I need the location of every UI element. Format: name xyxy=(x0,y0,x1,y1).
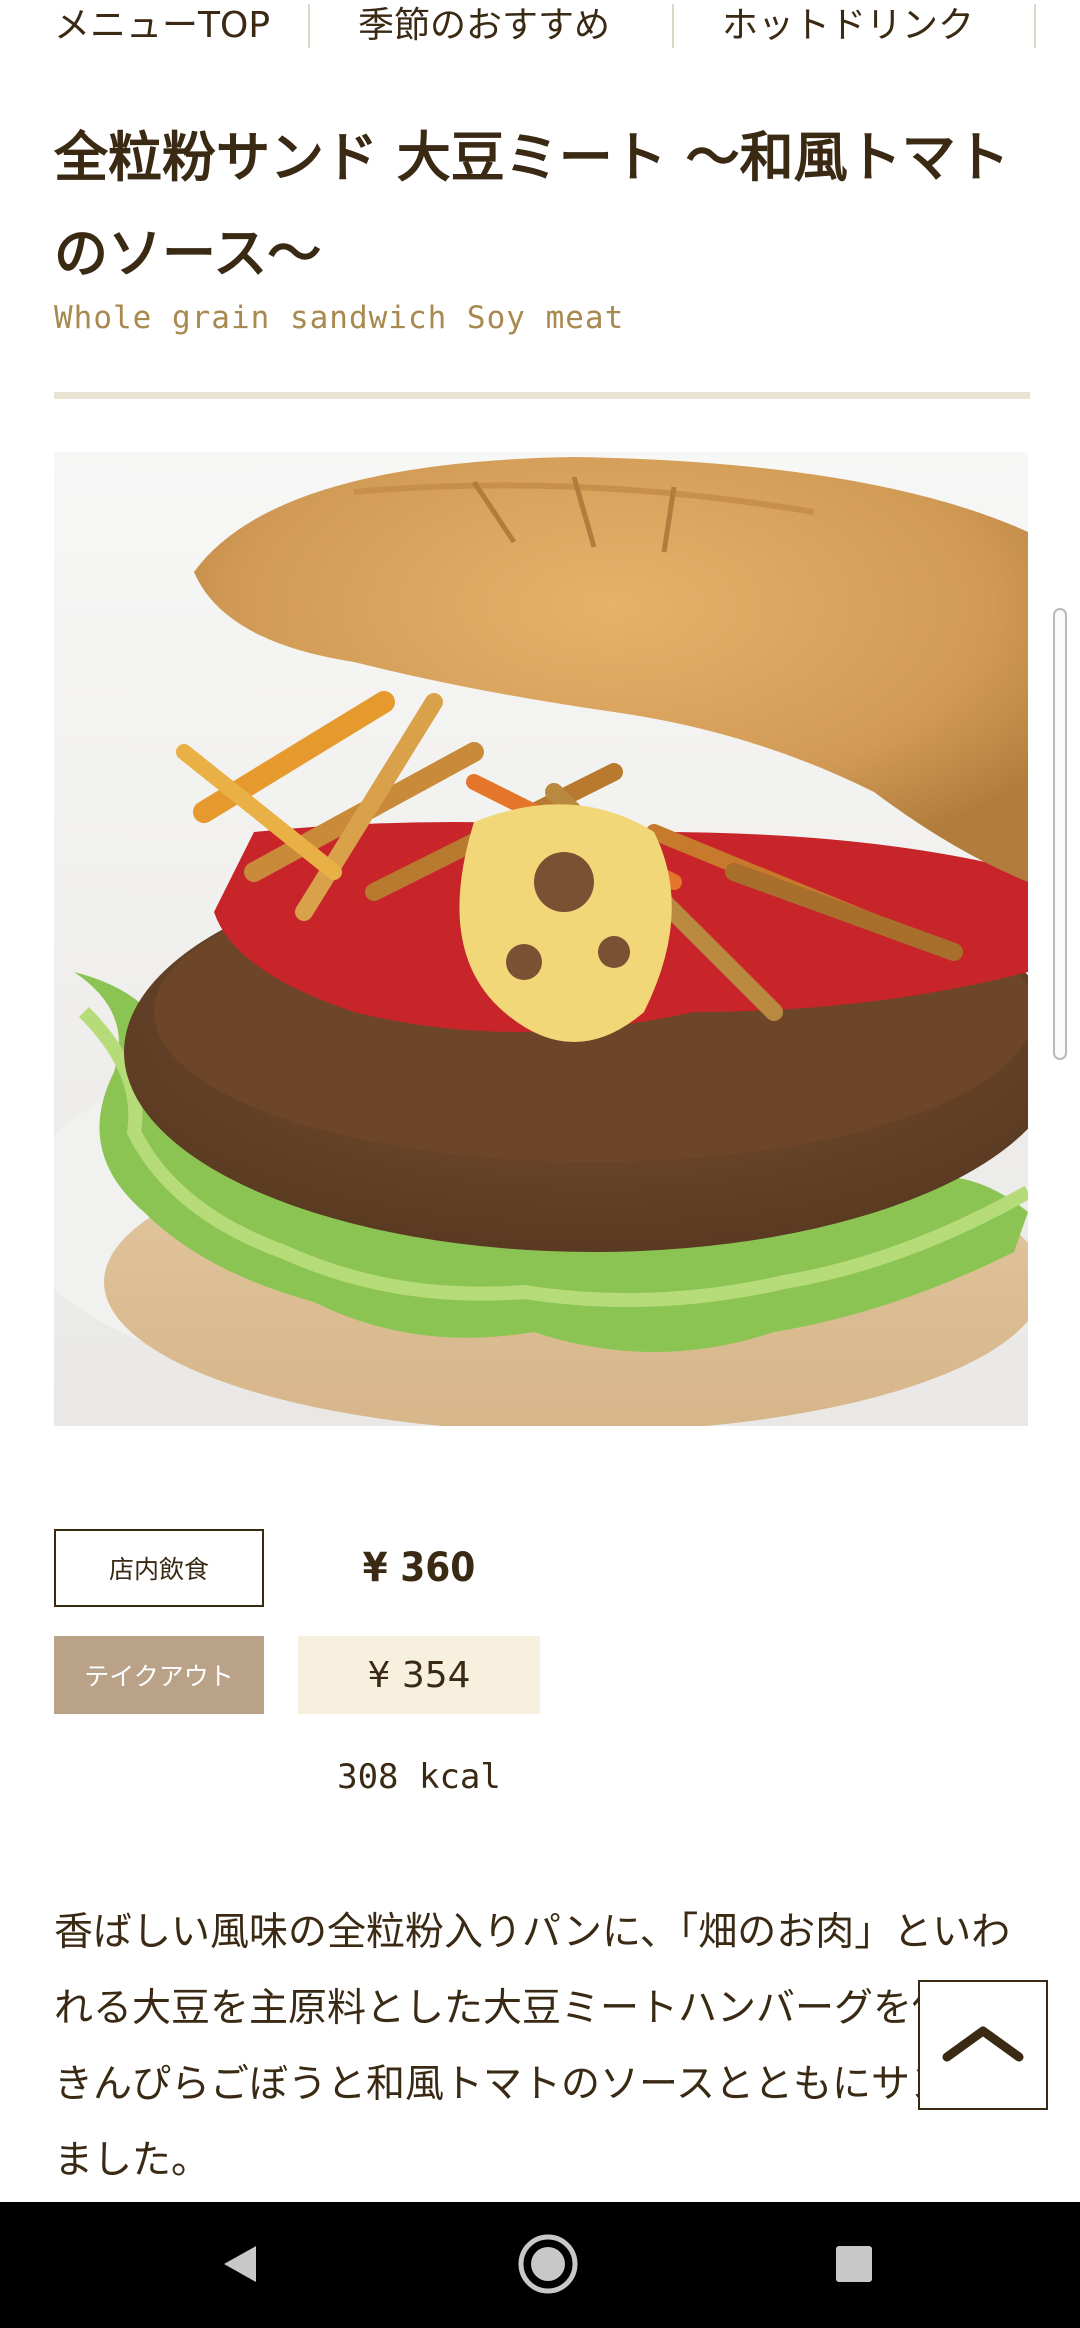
square-recents-icon xyxy=(832,2242,876,2290)
chevron-up-icon xyxy=(941,2023,1025,2067)
nav-separator xyxy=(1034,4,1036,48)
system-nav-bar xyxy=(0,2202,1080,2328)
nav-hot-drinks[interactable]: ホットドリンク xyxy=(722,0,974,52)
calorie-info: 308 kcal xyxy=(337,1757,501,1797)
category-nav: メニューTOP 季節のおすすめ ホットドリンク xyxy=(0,0,1080,60)
back-to-top-button[interactable] xyxy=(918,1980,1048,2110)
product-subtitle: Whole grain sandwich Soy meat xyxy=(54,300,625,336)
product-description: 香ばしい風味の全粒粉入りパンに、「畑のお肉」といわれる大豆を主原料とした大豆ミー… xyxy=(54,1910,1030,2183)
scrollbar[interactable] xyxy=(1053,608,1067,1060)
product-image xyxy=(54,452,1028,1426)
title-divider xyxy=(54,392,1030,399)
nav-recents-button[interactable] xyxy=(812,2224,896,2308)
nav-back-button[interactable] xyxy=(198,2224,282,2308)
takeout-label: テイクアウト xyxy=(54,1636,264,1714)
dine-in-label: 店内飲食 xyxy=(54,1529,264,1607)
circle-home-icon xyxy=(516,2232,580,2300)
nav-menu-top[interactable]: メニューTOP xyxy=(54,0,270,52)
triangle-back-icon xyxy=(218,2242,262,2290)
takeout-price: ¥ 354 xyxy=(298,1636,540,1714)
nav-separator xyxy=(672,4,674,48)
product-title: 全粒粉サンド 大豆ミート 〜和風トマトのソース〜 xyxy=(54,126,1010,285)
nav-separator xyxy=(308,4,310,48)
dine-in-price: ¥ 360 xyxy=(362,1545,476,1591)
nav-home-button[interactable] xyxy=(506,2224,590,2308)
nav-seasonal[interactable]: 季節のおすすめ xyxy=(358,0,610,52)
